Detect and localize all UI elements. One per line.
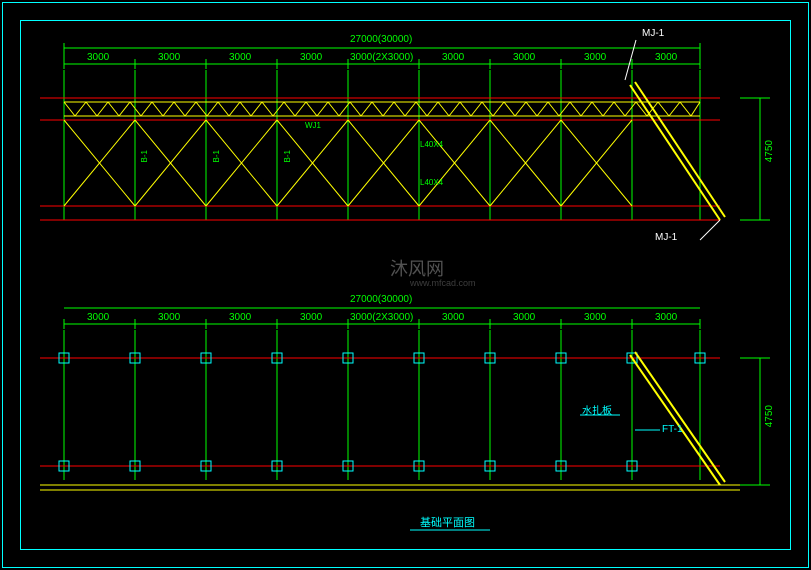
dim-bspan-1: 3000 xyxy=(158,312,180,323)
label-ft1: FT-1 xyxy=(662,424,683,435)
dim-height-bot: 4750 xyxy=(764,405,775,427)
dim-span-2: 3000 xyxy=(229,52,251,63)
dim-bspan-5: 3000 xyxy=(442,312,464,323)
label-b1-c: B-1 xyxy=(283,150,292,162)
label-mj1-top: MJ-1 xyxy=(642,28,664,39)
dim-span-4: 3000(2X3000) xyxy=(350,52,413,63)
dim-total-top: 27000(30000) xyxy=(350,34,412,45)
label-l40x4-b: L40X4 xyxy=(420,178,443,187)
cad-drawing: 27000(30000) 3000 3000 3000 3000 3000(2X… xyxy=(20,20,791,550)
watermark-url: www.mfcad.com xyxy=(410,278,476,288)
dim-span-7: 3000 xyxy=(584,52,606,63)
label-mj1-bot: MJ-1 xyxy=(655,232,677,243)
dim-bspan-6: 3000 xyxy=(513,312,535,323)
label-wj1: WJ1 xyxy=(305,121,321,130)
dim-height-top: 4750 xyxy=(764,140,775,162)
dim-span-3: 3000 xyxy=(300,52,322,63)
dim-bspan-3: 3000 xyxy=(300,312,322,323)
dim-span-6: 3000 xyxy=(513,52,535,63)
label-b1-a: B-1 xyxy=(140,150,149,162)
dim-bspan-4: 3000(2X3000) xyxy=(350,312,413,323)
dim-span-0: 3000 xyxy=(87,52,109,63)
dim-bspan-7: 3000 xyxy=(584,312,606,323)
dim-bspan-2: 3000 xyxy=(229,312,251,323)
dim-bspan-8: 3000 xyxy=(655,312,677,323)
dim-span-5: 3000 xyxy=(442,52,464,63)
drawing-svg xyxy=(20,20,791,550)
dim-span-8: 3000 xyxy=(655,52,677,63)
drawing-title: 基础平面图 xyxy=(420,514,475,530)
label-water: 水扎板 xyxy=(582,402,612,417)
label-l40x4-a: L40X4 xyxy=(420,140,443,149)
dim-span-1: 3000 xyxy=(158,52,180,63)
dim-bspan-0: 3000 xyxy=(87,312,109,323)
label-b1-b: B-1 xyxy=(212,150,221,162)
dim-total-bot: 27000(30000) xyxy=(350,294,412,305)
